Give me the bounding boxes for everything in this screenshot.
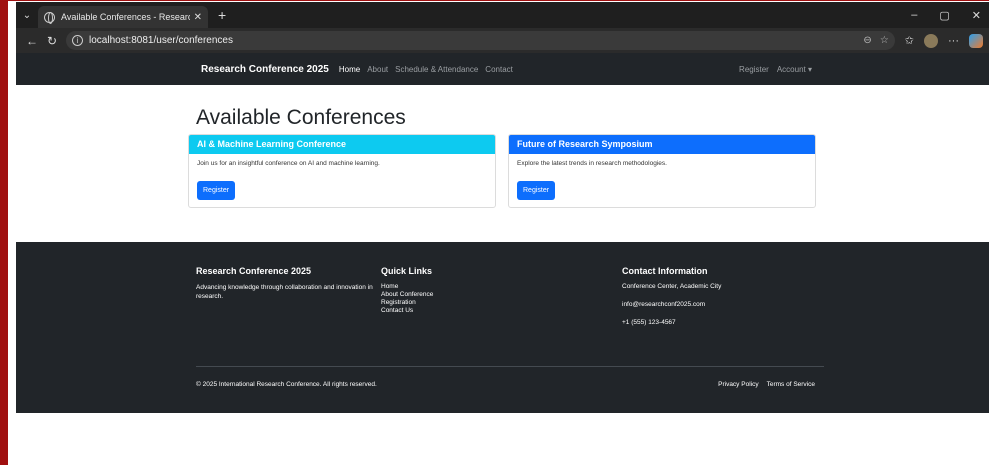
zoom-icon[interactable]: ⊖ (863, 35, 871, 46)
conference-card-ai: AI & Machine Learning Conference Join us… (188, 134, 496, 208)
privacy-policy-link[interactable]: Privacy Policy (718, 381, 758, 388)
nav-link-schedule[interactable]: Schedule & Attendance (395, 65, 478, 74)
footer-contact-title: Contact Information (622, 266, 708, 276)
nav-link-home[interactable]: Home (339, 65, 360, 74)
footer-link-home[interactable]: Home (381, 283, 433, 291)
profile-avatar[interactable] (924, 33, 938, 48)
new-tab-button[interactable]: + (218, 7, 226, 23)
tab-close-button[interactable]: ✕ (194, 12, 202, 23)
site-footer: Research Conference 2025 Advancing knowl… (16, 242, 989, 413)
tab-list-chevron-icon[interactable]: ⌄ (16, 10, 38, 21)
footer-contact: Contact Information Conference Center, A… (622, 266, 721, 337)
footer-copyright: © 2025 International Research Conference… (196, 381, 377, 388)
footer-about-text: Advancing knowledge through collaboratio… (196, 284, 373, 300)
navbar-brand[interactable]: Research Conference 2025 (201, 64, 329, 75)
back-arrow-icon[interactable]: ← (22, 34, 42, 48)
favorite-star-icon[interactable]: ☆ (880, 35, 889, 46)
app-window: ⌄ Available Conferences - Research C ✕ +… (0, 0, 989, 465)
globe-icon (44, 11, 55, 24)
footer-phone: +1 (555) 123-4567 (622, 319, 676, 326)
footer-link-registration[interactable]: Registration (381, 299, 433, 307)
footer-address: Conference Center, Academic City (622, 283, 722, 290)
register-button[interactable]: Register (197, 181, 236, 200)
register-button[interactable]: Register (517, 181, 556, 200)
site-info-icon[interactable]: i (72, 35, 83, 46)
footer-about-title: Research Conference 2025 (196, 266, 312, 276)
card-header: Future of Research Symposium (509, 135, 815, 154)
account-dropdown[interactable]: Account ▾ (777, 65, 812, 74)
address-bar-row: ← ↻ i localhost:8081/user/conferences ⊖ … (16, 28, 989, 53)
browser-tab[interactable]: Available Conferences - Research C ✕ (38, 6, 208, 28)
more-menu-icon[interactable]: ··· (948, 35, 959, 47)
window-close-button[interactable]: ✕ (972, 9, 981, 22)
conference-card-research: Future of Research Symposium Explore the… (508, 134, 816, 208)
nav-register-link[interactable]: Register (739, 65, 769, 74)
card-description: Explore the latest trends in research me… (517, 160, 667, 167)
card-header: AI & Machine Learning Conference (189, 135, 495, 154)
site-navbar: Research Conference 2025 Home About Sche… (16, 53, 989, 85)
maximize-button[interactable]: ▢ (939, 9, 949, 22)
url-text: localhost:8081/user/conferences (89, 35, 233, 46)
nav-link-about[interactable]: About (367, 65, 388, 74)
nav-links: Home About Schedule & Attendance Contact (339, 65, 513, 74)
refresh-icon[interactable]: ↻ (42, 34, 62, 48)
tab-title: Available Conferences - Research C (61, 12, 190, 22)
nav-link-contact[interactable]: Contact (485, 65, 513, 74)
footer-quick-links: Quick Links Home About Conference Regist… (381, 266, 433, 315)
footer-links-title: Quick Links (381, 266, 433, 276)
footer-about: Research Conference 2025 Advancing knowl… (196, 266, 376, 301)
url-field[interactable]: i localhost:8081/user/conferences ⊖ ☆ (66, 31, 895, 50)
page-title: Available Conferences (196, 106, 406, 129)
footer-email: info@researchconf2025.com (622, 301, 706, 308)
minimize-button[interactable]: – (911, 9, 917, 22)
footer-link-contact[interactable]: Contact Us (381, 307, 433, 315)
terms-of-service-link[interactable]: Terms of Service (767, 381, 815, 388)
footer-link-about[interactable]: About Conference (381, 291, 433, 299)
browser-tab-strip: ⌄ Available Conferences - Research C ✕ +… (16, 2, 989, 28)
copilot-icon[interactable] (969, 33, 983, 48)
card-description: Join us for an insightful conference on … (197, 160, 380, 167)
footer-divider (196, 366, 824, 367)
favorites-icon[interactable]: ✩ (905, 34, 914, 47)
